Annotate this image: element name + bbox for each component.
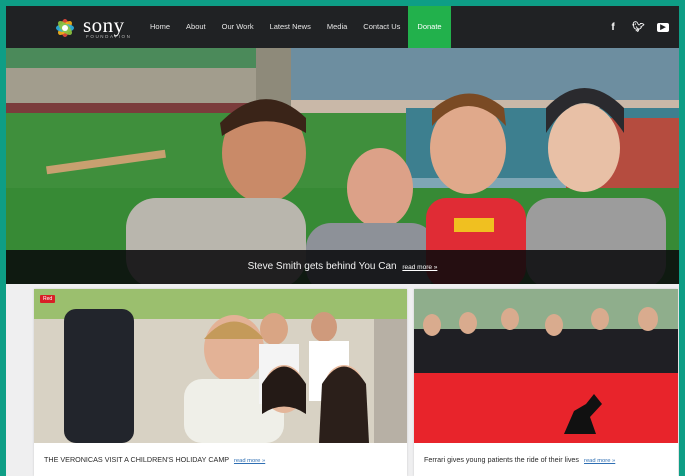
ferrari-photo — [414, 289, 678, 443]
hero-caption-text: Steve Smith gets behind You Can — [247, 261, 397, 272]
news-card-caption: Ferrari gives young patients the ride of… — [414, 443, 678, 476]
nav-item-latest-news[interactable]: Latest News — [262, 6, 319, 48]
news-card-read-more-link[interactable]: read more » — [234, 458, 265, 464]
hero-caption: Steve Smith gets behind You Can read mor… — [6, 250, 679, 284]
news-card-read-more-link[interactable]: read more » — [584, 458, 615, 464]
nav-item-about[interactable]: About — [178, 6, 214, 48]
nav-item-our-work[interactable]: Our Work — [214, 6, 262, 48]
nav-item-media[interactable]: Media — [319, 6, 355, 48]
news-card-caption: THE VERONICAS VISIT A CHILDREN'S HOLIDAY… — [34, 443, 407, 476]
news-card-image: Red — [34, 289, 407, 443]
social-links: f 🐦︎ ▶ — [594, 6, 669, 48]
facebook-icon[interactable]: f — [607, 22, 619, 33]
news-card-ferrari[interactable]: Ferrari gives young patients the ride of… — [414, 289, 678, 476]
youtube-icon[interactable]: ▶ — [657, 22, 669, 32]
news-card-image — [414, 289, 678, 443]
nav-item-contact-us[interactable]: Contact Us — [355, 6, 408, 48]
hero-image — [6, 48, 679, 284]
main-menu: Home About Our Work Latest News Media Co… — [142, 6, 451, 48]
news-card-veronicas[interactable]: Red THE VERONICAS VISIT A CHILDREN'S HOL… — [34, 289, 407, 476]
brand-tagline: FOUNDATION — [86, 34, 132, 39]
logo-flower-icon — [56, 19, 74, 37]
top-nav: sony FOUNDATION Home About Our Work Late… — [6, 6, 679, 48]
hero-banner[interactable]: Steve Smith gets behind You Can read mor… — [6, 48, 679, 284]
red-tag-badge: Red — [40, 295, 56, 303]
hero-read-more-link[interactable]: read more » — [402, 264, 437, 271]
news-card-title: THE VERONICAS VISIT A CHILDREN'S HOLIDAY… — [44, 455, 229, 464]
page-frame: sony FOUNDATION Home About Our Work Late… — [6, 6, 679, 476]
brand-logo[interactable]: sony FOUNDATION — [50, 12, 150, 42]
nav-item-donate[interactable]: Donate — [408, 6, 451, 48]
twitter-icon[interactable]: 🐦︎ — [632, 22, 645, 33]
nav-item-home[interactable]: Home — [142, 6, 178, 48]
veronicas-photo — [34, 289, 407, 443]
news-card-title: Ferrari gives young patients the ride of… — [424, 455, 580, 464]
